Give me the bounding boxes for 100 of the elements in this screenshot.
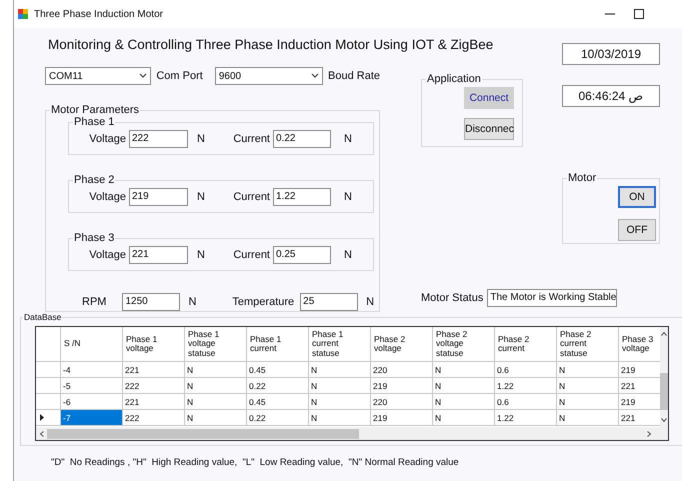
row-pointer-icon	[40, 414, 44, 421]
table-cell: 220	[371, 362, 433, 378]
group-title: Phase 1	[73, 116, 116, 128]
table-cell: N	[557, 362, 619, 378]
table-cell: 0.45	[247, 362, 309, 378]
table-cell: N	[433, 394, 495, 410]
baud-rate-dropdown[interactable]: 9600	[214, 67, 324, 85]
group-title: Application	[426, 73, 482, 85]
column-header[interactable]: Phase 2 current	[495, 327, 557, 362]
form-heading: Monitoring & Controlling Three Phase Induction Motor Using IOT & ZigBee	[48, 37, 494, 53]
baud-rate-label: Boud Rate	[328, 70, 380, 82]
column-header[interactable]: Phase 2 voltage	[371, 327, 433, 362]
table-cell: N	[433, 410, 495, 426]
horizontal-scrollbar[interactable]	[36, 427, 660, 440]
app-icon	[18, 9, 28, 19]
scroll-down-icon[interactable]	[661, 417, 667, 423]
voltage-field[interactable]: 222	[129, 130, 188, 148]
group-title: Motor	[567, 172, 598, 184]
off-button[interactable]: OFF	[618, 219, 656, 241]
table-cell: N	[185, 410, 247, 426]
table-cell: 0.6	[495, 362, 557, 378]
current-label: Current	[233, 191, 270, 203]
column-header[interactable]: Phase 1 current statuse	[309, 327, 371, 362]
table-cell: N	[557, 394, 619, 410]
connect-button[interactable]: Connect	[464, 87, 514, 109]
table-cell: N	[309, 394, 371, 410]
time-display: 06:46:24 ص	[562, 85, 660, 107]
table-cell: 220	[371, 394, 433, 410]
current-label: Current	[233, 133, 270, 145]
table-cell: N	[185, 378, 247, 394]
column-header[interactable]: Phase 2 current statuse	[557, 327, 619, 362]
table-cell: 221	[123, 362, 185, 378]
current-field[interactable]: 0.25	[273, 246, 331, 264]
group-title: Phase 2	[73, 174, 116, 186]
table-cell: 0.22	[247, 410, 309, 426]
group-title: Motor Parameters	[50, 104, 140, 116]
temperature-status: N	[366, 296, 374, 308]
table-cell: 0.45	[247, 394, 309, 410]
table-cell: N	[309, 410, 371, 426]
vertical-scrollbar[interactable]	[660, 327, 668, 427]
table-cell: -7	[61, 410, 123, 426]
legend-text: "D" No Readings , "H" High Reading value, "L" Low Reading value, "N" Normal Reading value	[51, 457, 460, 468]
window-title: Three Phase Induction Motor	[34, 8, 163, 20]
table-cell: N	[433, 362, 495, 378]
column-header[interactable]: Phase 1 voltage statuse	[185, 327, 247, 362]
current-status: N	[344, 191, 352, 203]
caret-icon	[311, 73, 320, 79]
on-button[interactable]: ON	[618, 186, 656, 208]
current-field[interactable]: 0.22	[273, 130, 331, 148]
current-status: N	[344, 249, 352, 261]
rpm-status: N	[188, 296, 196, 308]
table-cell: N	[309, 362, 371, 378]
disconnect-button[interactable]: Disconnec	[464, 118, 514, 140]
scroll-up-icon[interactable]	[661, 331, 667, 337]
table-cell: 0.22	[247, 378, 309, 394]
rpm-label: RPM	[82, 296, 106, 308]
maximize-icon[interactable]	[634, 9, 644, 19]
column-header[interactable]: S /N	[61, 327, 123, 362]
table-cell: 222	[123, 378, 185, 394]
voltage-label: Voltage	[89, 133, 126, 145]
scroll-left-icon[interactable]	[39, 430, 45, 436]
voltage-label: Voltage	[89, 191, 126, 203]
group-title: DataBase	[23, 312, 62, 322]
column-header[interactable]: Phase 2 voltage statuse	[433, 327, 495, 362]
motor-status-label: Motor Status	[421, 292, 484, 304]
table-cell: 1.22	[495, 410, 557, 426]
motor-status-field[interactable]: The Motor is Working Stable	[487, 289, 618, 307]
voltage-label: Voltage	[89, 249, 126, 261]
date-display: 10/03/2019	[562, 43, 660, 65]
com-port-label: Com Port	[156, 70, 203, 82]
table-cell: -4	[61, 362, 123, 378]
temperature-field[interactable]: 25	[300, 293, 358, 311]
table-cell: N	[433, 378, 495, 394]
current-label: Current	[233, 249, 270, 261]
table-cell: 219	[371, 410, 433, 426]
voltage-field[interactable]: 221	[129, 246, 188, 264]
scroll-right-icon[interactable]	[646, 430, 652, 436]
group-title: Phase 3	[73, 232, 116, 244]
table-cell: -5	[61, 378, 123, 394]
current-field[interactable]: 1.22	[273, 188, 331, 206]
table-cell: N	[309, 378, 371, 394]
table-cell: 222	[123, 410, 185, 426]
com-port-dropdown[interactable]: COM11	[45, 67, 152, 85]
voltage-status: N	[197, 133, 205, 145]
column-header[interactable]: Phase 1 voltage	[123, 327, 185, 362]
caret-icon	[139, 73, 148, 79]
rpm-field[interactable]: 1250	[122, 293, 180, 311]
table-cell: 0.6	[495, 394, 557, 410]
table-cell: N	[557, 378, 619, 394]
table-cell: 219	[371, 378, 433, 394]
column-header[interactable]: Phase 1 current	[247, 327, 309, 362]
table-cell: N	[185, 394, 247, 410]
table-cell: N	[557, 410, 619, 426]
table-cell: N	[185, 362, 247, 378]
temperature-label: Temperature	[232, 296, 294, 308]
current-status: N	[344, 133, 352, 145]
table-cell: 221	[123, 394, 185, 410]
voltage-status: N	[197, 191, 205, 203]
voltage-field[interactable]: 219	[129, 188, 188, 206]
table-cell: 1.22	[495, 378, 557, 394]
